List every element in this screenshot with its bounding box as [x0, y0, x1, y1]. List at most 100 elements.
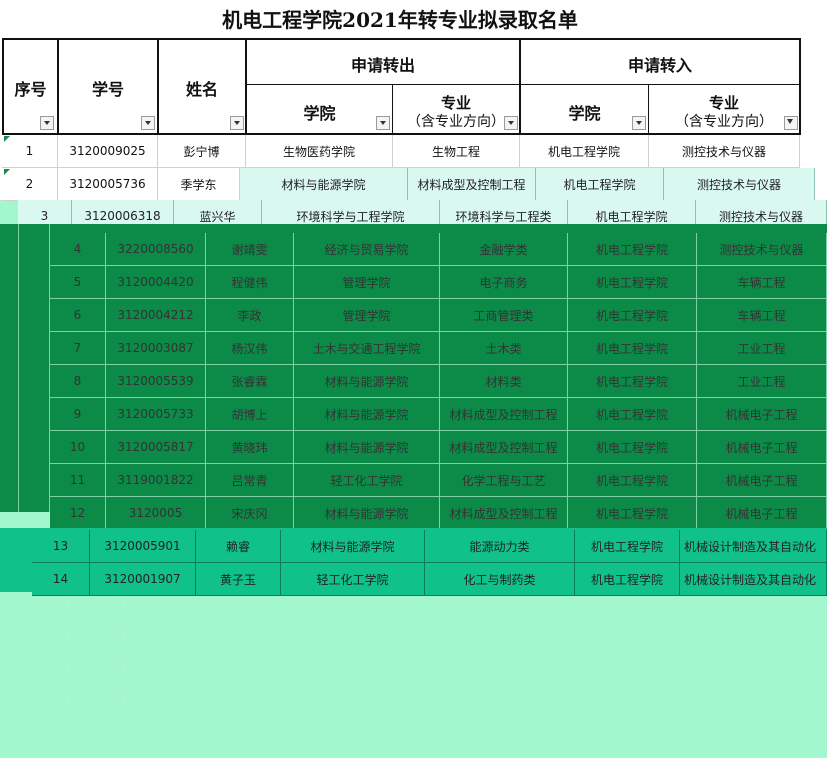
cell-seq: 7: [50, 332, 106, 365]
cell-out-college: 经济与贸易学院: [294, 233, 440, 266]
table-row: 9 3120005733 胡博上 材料与能源学院 材料成型及控制工程 机电工程学院 机械电子…: [0, 398, 827, 431]
header-out-major-sub: （含专业方向）: [407, 114, 505, 130]
cell-seq: 6: [50, 299, 106, 332]
cell-out-major: 能源动力类: [425, 530, 575, 563]
cell-corner-marker: [4, 136, 10, 142]
filter-dropdown-button[interactable]: [632, 116, 646, 130]
header-mid-border: [245, 84, 800, 85]
cell-seq: 8: [50, 365, 106, 398]
cell-corner-marker: [4, 169, 10, 175]
filter-dropdown-button[interactable]: [141, 116, 155, 130]
cell-name: 宋庆冈: [206, 497, 294, 530]
cell-student-id: 3120001907: [90, 563, 196, 596]
cell-in-college: 机电工程学院: [568, 299, 697, 332]
cell-name: 胡博上: [206, 398, 294, 431]
artifact-dot: [67, 664, 70, 667]
cell-in-college: 机电工程学院: [568, 464, 697, 497]
filter-active-button[interactable]: [784, 116, 798, 130]
cell-student-id: 3120005817: [106, 431, 206, 464]
cell-out-major: 化学工程与工艺: [440, 464, 568, 497]
cell-seq: 13: [32, 530, 90, 563]
artifact-dot: [122, 664, 125, 667]
cell-in-college: 机电工程学院: [568, 332, 697, 365]
cell-name: 谢靖雯: [206, 233, 294, 266]
cell-student-id: 3220008560: [106, 233, 206, 266]
filter-dropdown-button[interactable]: [230, 116, 244, 130]
cell-in-major: 车辆工程: [697, 266, 827, 299]
cell-out-major: 金融学类: [440, 233, 568, 266]
cell-in-major: 机械设计制造及其自动化: [680, 563, 827, 596]
cell-seq: 14: [32, 563, 90, 596]
cell-seq: 10: [50, 431, 106, 464]
filter-dropdown-button[interactable]: [504, 116, 518, 130]
cell-in-college: 机电工程学院: [568, 497, 697, 530]
cell-in-major: 测控技术与仪器: [697, 233, 827, 266]
cell-student-id: 3120005736: [58, 168, 158, 201]
table-row: 11 3119001822 吕常青 轻工化工学院 化学工程与工艺 机电工程学院 机械电子工程: [0, 464, 827, 497]
header-in-college: 学院: [568, 104, 601, 123]
cell-out-major: 工商管理类: [440, 299, 568, 332]
header-student-id: 学号: [91, 80, 124, 99]
cell-in-college: 机电工程学院: [568, 233, 697, 266]
cell-seq: 4: [50, 233, 106, 266]
cell-name: 吕常青: [206, 464, 294, 497]
cell-out-major: 材料类: [440, 365, 568, 398]
cell-in-major: 车辆工程: [697, 299, 827, 332]
filter-dropdown-button[interactable]: [376, 116, 390, 130]
cell-in-major: 机械电子工程: [697, 464, 827, 497]
cell-out-college: 生物医药学院: [246, 135, 393, 168]
header-transfer-out: 申请转出: [350, 56, 415, 75]
cell-out-major: 电子商务: [440, 266, 568, 299]
table-row: 6 3120004212 李政 管理学院 工商管理类 机电工程学院 车辆工程: [0, 299, 827, 332]
cell-name: 张睿霖: [206, 365, 294, 398]
cell-in-college: 机电工程学院: [568, 398, 697, 431]
artifact-dot: [67, 696, 70, 699]
cell-out-college: 材料与能源学院: [281, 530, 425, 563]
cell-seq: 9: [50, 398, 106, 431]
header-out-major: 专业: [440, 94, 471, 112]
table-row: 材料与能源学院 材料成型及控制工程 机电工程学院 测控技术与仪器: [240, 168, 815, 201]
table-row: 8 3120005539 张睿霖 材料与能源学院 材料类 机电工程学院 工业工程: [0, 365, 827, 398]
header-seq: 序号: [14, 80, 47, 99]
cell-name: 彭宁博: [158, 135, 246, 168]
cell-in-college: 机电工程学院: [568, 431, 697, 464]
header-out-college: 学院: [303, 104, 336, 123]
cell-out-major: 化工与制药类: [425, 563, 575, 596]
table-row: 5 3120004420 程健伟 管理学院 电子商务 机电工程学院 车辆工程: [0, 266, 827, 299]
table-row: 12 3120005 宋庆冈 材料与能源学院 材料成型及控制工程 机电工程学院 机械电子工程: [0, 497, 827, 530]
artifact-dot: [67, 632, 70, 635]
cell-student-id: 3120005901: [90, 530, 196, 563]
cell-out-college: 管理学院: [294, 266, 440, 299]
cell-name: 杨汉伟: [206, 332, 294, 365]
cell-name: 季学东: [158, 168, 240, 201]
cell-name: 赖睿: [196, 530, 281, 563]
cell-in-college: 机电工程学院: [520, 135, 649, 168]
header-transfer-in: 申请转入: [627, 56, 692, 75]
cell-out-college: 土木与交通工程学院: [294, 332, 440, 365]
artifact-dot: [122, 632, 125, 635]
table-row: 7 3120003087 杨汉伟 土木与交通工程学院 土木类 机电工程学院 工业工程: [0, 332, 827, 365]
cell-out-college: 轻工化工学院: [294, 464, 440, 497]
cell-student-id: 3120003087: [106, 332, 206, 365]
page-title: 机电工程学院2021年转专业拟录取名单: [222, 8, 578, 32]
header-name: 姓名: [185, 80, 218, 99]
cell-out-major: 土木类: [440, 332, 568, 365]
cell-in-college: 机电工程学院: [568, 365, 697, 398]
cell-out-major: 材料成型及控制工程: [440, 431, 568, 464]
cell-in-college: 机电工程学院: [575, 530, 680, 563]
cell-seq: 2: [2, 168, 58, 201]
cell-in-college: 机电工程学院: [568, 266, 697, 299]
cell-out-college: 轻工化工学院: [281, 563, 425, 596]
table-row: 10 3120005817 黄晓玮 材料与能源学院 材料成型及控制工程 机电工程学院 机械电…: [0, 431, 827, 464]
table-row: 13 3120005901 赖睿 材料与能源学院 能源动力类 机电工程学院 机械…: [32, 530, 827, 563]
cell-student-id: 3120009025: [58, 135, 158, 168]
cell-out-college: 材料与能源学院: [294, 431, 440, 464]
filter-dropdown-button[interactable]: [40, 116, 54, 130]
table-row: 4 3220008560 谢靖雯 经济与贸易学院 金融学类 机电工程学院 测控技术与仪器: [0, 233, 827, 266]
cell-in-college: 机电工程学院: [575, 563, 680, 596]
vline: [799, 38, 801, 135]
cell-out-college: 材料与能源学院: [294, 365, 440, 398]
cell-out-college: 材料与能源学院: [294, 497, 440, 530]
cell-seq: 11: [50, 464, 106, 497]
header-in-major: 专业: [708, 94, 739, 112]
